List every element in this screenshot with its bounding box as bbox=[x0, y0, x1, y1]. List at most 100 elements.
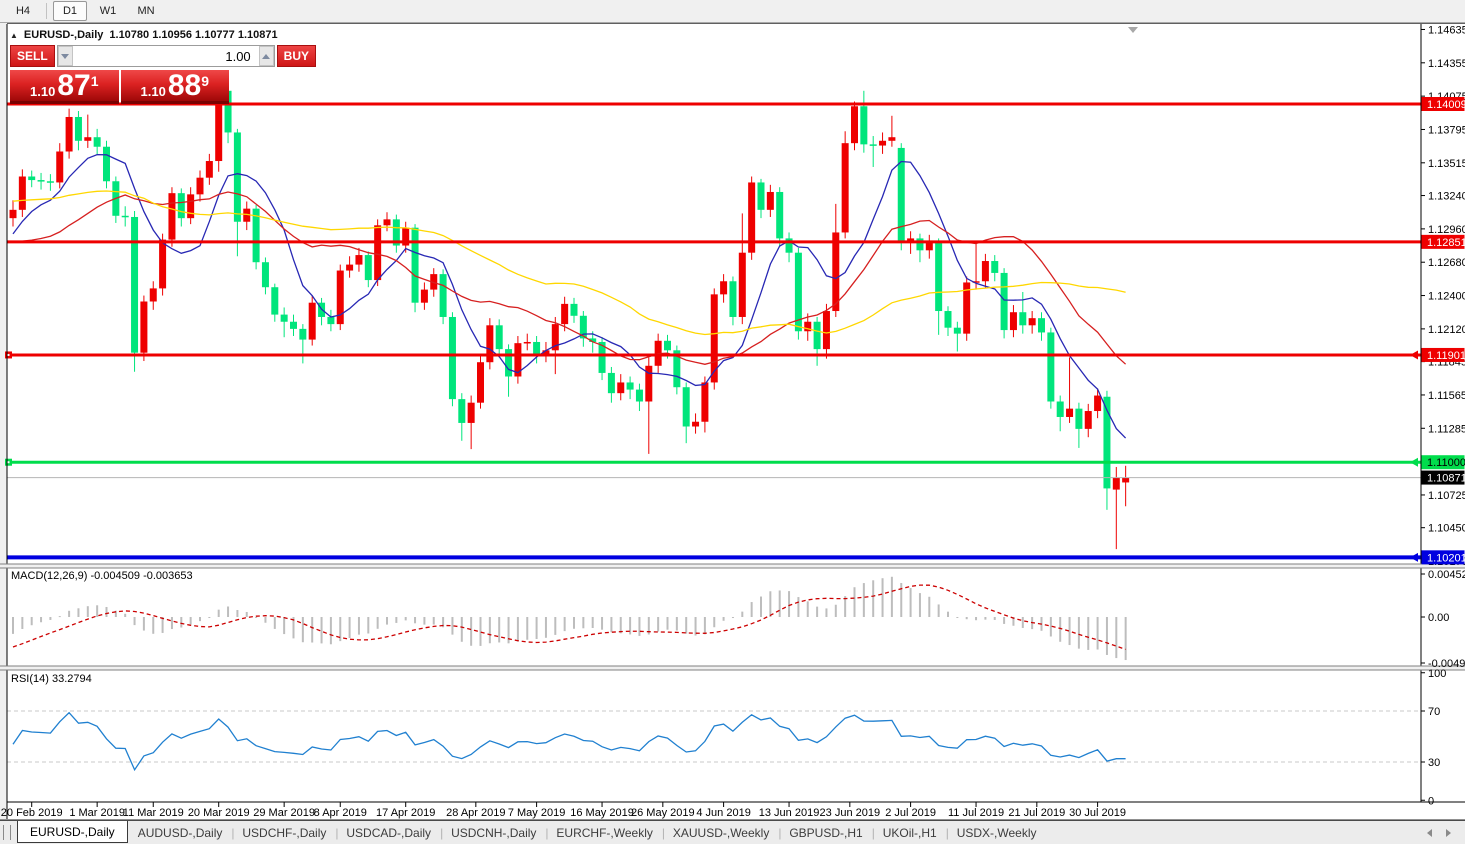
volume-decrease-button[interactable] bbox=[58, 46, 73, 66]
macd-histogram-bar bbox=[657, 617, 659, 632]
tab-usdcnh-daily[interactable]: USDCNH-,Daily bbox=[441, 821, 546, 844]
candle-body bbox=[458, 399, 465, 423]
candle-body bbox=[1029, 318, 1036, 325]
one-click-trading-panel: ▲ EURUSD-,Daily 1.10780 1.10956 1.10777 … bbox=[10, 27, 229, 104]
date-label: 1 Mar 2019 bbox=[69, 807, 125, 819]
tab-audusd-daily[interactable]: AUDUSD-,Daily bbox=[128, 821, 233, 844]
sell-price-display[interactable]: 1.10 87 1 bbox=[10, 70, 119, 104]
macd-histogram-bar bbox=[741, 612, 743, 617]
tab-usdchf-daily[interactable]: USDCHF-,Daily bbox=[232, 821, 336, 844]
candle-body bbox=[954, 328, 961, 334]
candle-body bbox=[122, 216, 129, 218]
candle-body bbox=[1066, 409, 1073, 417]
tab-usdx-weekly[interactable]: USDX-,Weekly bbox=[947, 821, 1047, 844]
tab-scroll-arrows bbox=[1427, 829, 1465, 837]
macd-histogram-bar bbox=[620, 617, 622, 633]
macd-histogram-bar bbox=[227, 606, 229, 617]
candle-body bbox=[1010, 312, 1017, 330]
candle-body bbox=[66, 117, 73, 152]
chart-tabs-bar: EURUSD-,DailyAUDUSD-,Daily|USDCHF-,Daily… bbox=[0, 820, 1465, 844]
tab-xauusd-weekly[interactable]: XAUUSD-,Weekly bbox=[663, 821, 779, 844]
date-label: 4 Jun 2019 bbox=[696, 807, 750, 819]
line-anchor-dot bbox=[8, 461, 10, 463]
candle-body bbox=[758, 182, 765, 209]
macd-histogram-bar bbox=[938, 604, 940, 617]
macd-histogram-bar bbox=[947, 612, 949, 617]
macd-histogram-bar bbox=[96, 605, 98, 617]
macd-histogram-bar bbox=[966, 617, 968, 619]
candle-body bbox=[440, 274, 447, 317]
rsi-pane-bg bbox=[7, 670, 1421, 802]
macd-histogram-bar bbox=[31, 617, 33, 625]
scroll-tabs-right-icon[interactable] bbox=[1446, 829, 1451, 837]
sell-button[interactable]: SELL bbox=[10, 45, 55, 67]
candle-body bbox=[10, 210, 17, 218]
volume-stepper bbox=[57, 45, 275, 67]
candle-body bbox=[299, 329, 306, 340]
macd-histogram-bar bbox=[470, 617, 472, 646]
timeframe-button-H4[interactable]: H4 bbox=[6, 1, 40, 21]
candle-body bbox=[75, 117, 82, 141]
date-label: 11 Mar 2019 bbox=[123, 807, 184, 819]
scroll-tabs-left-icon[interactable] bbox=[1427, 829, 1432, 837]
price-tick-label: 1.13795 bbox=[1428, 124, 1465, 136]
candle-body bbox=[767, 192, 774, 210]
timeframe-toolbar: H4 D1W1MN bbox=[0, 0, 1465, 23]
macd-histogram-bar bbox=[358, 617, 360, 635]
timeframe-button-W1[interactable]: W1 bbox=[91, 1, 125, 21]
price-chart-canvas[interactable]: 1.146351.143551.140751.137951.135151.132… bbox=[0, 23, 1465, 820]
price-badge-label: 1.10871 bbox=[1427, 473, 1465, 485]
candle-body bbox=[131, 217, 138, 353]
macd-histogram-bar bbox=[760, 597, 762, 617]
macd-histogram-bar bbox=[423, 617, 425, 625]
candle-body bbox=[346, 265, 353, 271]
tab-eurusd-daily[interactable]: EURUSD-,Daily bbox=[17, 821, 128, 843]
buy-price-display[interactable]: 1.10 88 9 bbox=[121, 70, 230, 104]
candle-body bbox=[505, 349, 512, 376]
candle-body bbox=[1001, 273, 1008, 330]
tab-eurchf-weekly[interactable]: EURCHF-,Weekly bbox=[546, 821, 662, 844]
price-tick-label: 1.11565 bbox=[1428, 390, 1465, 402]
candle-body bbox=[832, 232, 839, 311]
candle-body bbox=[384, 219, 391, 225]
candle-body bbox=[571, 304, 578, 316]
rsi-tick-label: 100 bbox=[1428, 668, 1446, 680]
date-label: 13 Jun 2019 bbox=[759, 807, 820, 819]
timeframe-button-MN[interactable]: MN bbox=[129, 1, 163, 21]
candle-body bbox=[739, 253, 746, 317]
macd-histogram-bar bbox=[143, 617, 145, 631]
tab-gbpusd-h1[interactable]: GBPUSD-,H1 bbox=[779, 821, 872, 844]
macd-histogram-bar bbox=[451, 617, 453, 635]
date-label: 20 Mar 2019 bbox=[188, 807, 250, 819]
macd-histogram-bar bbox=[910, 588, 912, 617]
candle-body bbox=[355, 255, 362, 265]
macd-histogram-bar bbox=[582, 617, 584, 628]
tab-usdcad-daily[interactable]: USDCAD-,Daily bbox=[336, 821, 441, 844]
buy-button[interactable]: BUY bbox=[277, 45, 316, 67]
candle-body bbox=[851, 106, 858, 143]
candle-body bbox=[533, 342, 540, 355]
macd-histogram-bar bbox=[1003, 617, 1005, 624]
candle-body bbox=[374, 225, 381, 280]
macd-histogram-bar bbox=[498, 617, 500, 642]
macd-histogram-bar bbox=[180, 617, 182, 627]
order-buttons-row: SELL BUY bbox=[10, 45, 229, 67]
volume-increase-button[interactable] bbox=[259, 46, 274, 66]
collapse-panel-icon[interactable]: ▲ bbox=[10, 31, 18, 40]
buy-price-pip: 9 bbox=[201, 74, 209, 88]
candle-body bbox=[991, 261, 998, 273]
macd-histogram-bar bbox=[994, 617, 996, 620]
candle-body bbox=[720, 281, 727, 294]
candle-body bbox=[477, 362, 484, 402]
tab-ukoil-h1[interactable]: UKOil-,H1 bbox=[873, 821, 947, 844]
candle-body bbox=[327, 317, 334, 324]
buy-price-prefix: 1.10 bbox=[141, 83, 166, 100]
date-label: 23 Jun 2019 bbox=[820, 807, 881, 819]
volume-input[interactable] bbox=[73, 46, 259, 66]
timeframe-button-D1[interactable]: D1 bbox=[53, 1, 87, 21]
candle-body bbox=[1094, 396, 1101, 411]
sell-price-prefix: 1.10 bbox=[30, 83, 55, 100]
rsi-tick-label: 0 bbox=[1428, 795, 1434, 807]
macd-histogram-bar bbox=[199, 617, 201, 621]
macd-histogram-bar bbox=[601, 617, 603, 630]
